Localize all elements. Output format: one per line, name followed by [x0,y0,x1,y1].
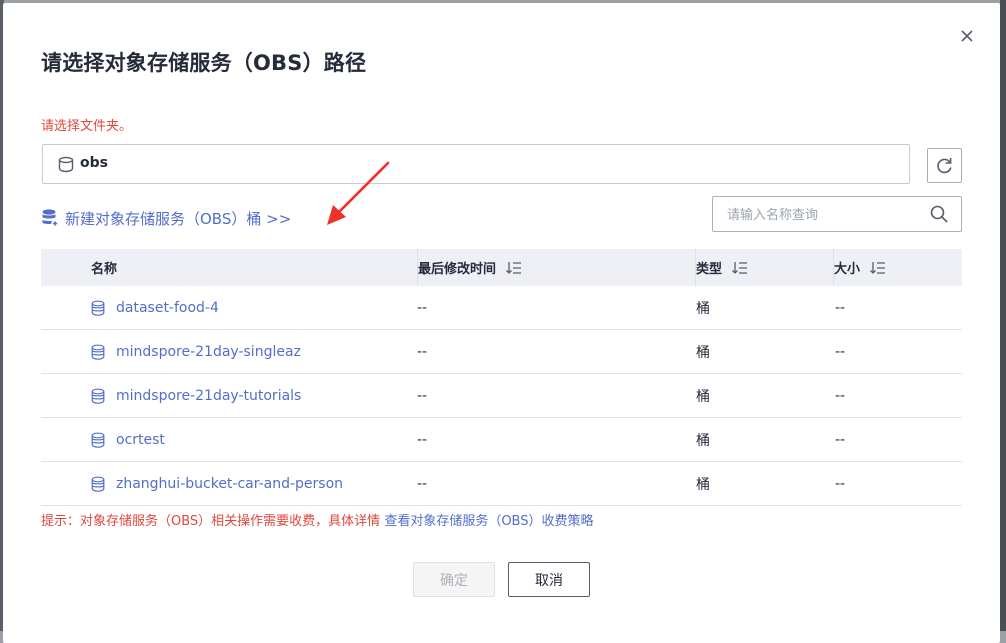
cell-modified: -- [417,431,428,448]
create-bucket-label: 新建对象存储服务（OBS）桶 >> [65,209,292,228]
close-button[interactable] [956,25,978,47]
header-type-label: 类型 [696,262,723,277]
search-icon[interactable] [930,205,948,223]
header-name: 名称 [41,249,417,286]
bucket-table: 名称 最后修改时间 类型 大小 dataset-food-4 -- 桶 -- m… [41,249,962,506]
cell-type: 桶 [696,432,710,449]
search-input[interactable] [725,203,929,227]
billing-policy-link[interactable]: 查看对象存储服务（OBS）收费策略 [384,514,593,529]
bucket-name-link[interactable]: ocrtest [116,432,165,448]
cell-modified: -- [417,343,428,360]
search-field[interactable] [712,196,962,232]
create-bucket-icon [42,209,59,228]
cell-name: ocrtest [41,418,417,461]
bucket-icon [91,344,105,360]
cell-name: dataset-food-4 [41,286,417,329]
table-header: 名称 最后修改时间 类型 大小 [41,249,962,286]
bucket-icon [91,300,105,316]
table-row[interactable]: dataset-food-4 -- 桶 -- [41,286,962,330]
refresh-icon [937,158,952,174]
bucket-name-link[interactable]: zhanghui-bucket-car-and-person [116,476,343,492]
table-row[interactable]: mindspore-21day-singleaz -- 桶 -- [41,330,962,374]
header-type[interactable]: 类型 [696,249,833,286]
cell-modified: -- [417,299,428,316]
header-modified-label: 最后修改时间 [418,262,497,277]
bucket-name-link[interactable]: mindspore-21day-tutorials [116,388,301,404]
bucket-icon [91,476,105,492]
table-row[interactable]: mindspore-21day-tutorials -- 桶 -- [41,374,962,418]
cell-type: 桶 [696,388,710,405]
select-folder-hint: 请选择文件夹。 [41,119,133,134]
cell-size: -- [835,475,846,492]
cancel-button[interactable]: 取消 [508,562,590,597]
sort-icon[interactable] [732,261,748,275]
path-field[interactable]: obs [42,144,910,184]
bucket-icon [58,156,74,173]
cell-size: -- [835,431,846,448]
cell-size: -- [835,343,846,360]
dialog-title: 请选择对象存储服务（OBS）路径 [41,51,367,75]
cell-type: 桶 [696,476,710,493]
bucket-name-link[interactable]: dataset-food-4 [116,300,219,316]
cell-type: 桶 [696,300,710,317]
cell-modified: -- [417,387,428,404]
bucket-icon [91,388,105,404]
cell-modified: -- [417,475,428,492]
sort-icon[interactable] [870,261,886,275]
table-row[interactable]: zhanghui-bucket-car-and-person -- 桶 -- [41,462,962,506]
header-size-label: 大小 [834,262,861,277]
billing-tip-text: 提示：对象存储服务（OBS）相关操作需要收费，具体详情 [41,514,385,529]
sort-icon[interactable] [506,261,522,275]
cell-size: -- [835,387,846,404]
table-row[interactable]: ocrtest -- 桶 -- [41,418,962,462]
billing-tip: 提示：对象存储服务（OBS）相关操作需要收费，具体详情 查看对象存储服务（OBS… [41,510,594,529]
bucket-name-link[interactable]: mindspore-21day-singleaz [116,344,301,360]
close-icon [961,30,973,42]
header-modified[interactable]: 最后修改时间 [418,249,695,286]
cell-name: mindspore-21day-singleaz [41,330,417,373]
header-size[interactable]: 大小 [834,249,962,286]
cell-type: 桶 [696,344,710,361]
cell-size: -- [835,299,846,316]
bucket-icon [91,432,105,448]
backdrop-right [1000,0,1006,631]
confirm-button[interactable]: 确定 [413,562,495,597]
cell-name: mindspore-21day-tutorials [41,374,417,417]
obs-path-dialog: 请选择对象存储服务（OBS）路径 请选择文件夹。 obs 新建对象存储服务（OB… [3,3,1000,643]
path-value: obs [80,155,108,171]
annotation-arrow-icon [327,161,390,225]
cell-name: zhanghui-bucket-car-and-person [41,462,417,505]
refresh-button[interactable] [927,148,962,183]
header-name-label: 名称 [91,262,118,277]
create-bucket-link[interactable]: 新建对象存储服务（OBS）桶 >> [41,207,291,229]
